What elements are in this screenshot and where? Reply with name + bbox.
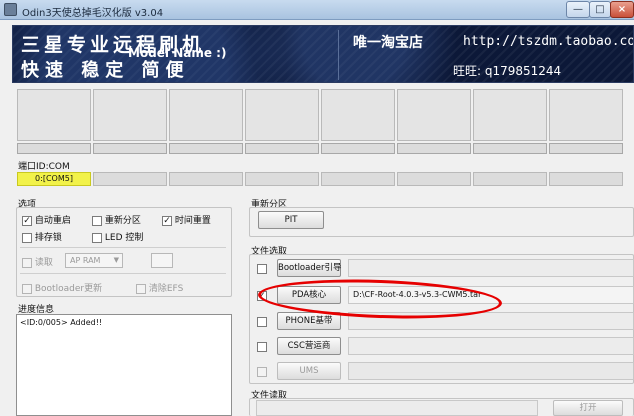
banner-model-name: Model Name :) xyxy=(128,46,227,60)
slot-progress-bar xyxy=(245,143,319,154)
file-checkbox[interactable] xyxy=(257,342,267,352)
banner-divider xyxy=(338,30,339,80)
log-line: <ID:0/005> Added!! xyxy=(20,318,103,327)
checkbox[interactable]: ✓ xyxy=(22,215,32,226)
device-slot xyxy=(397,89,471,141)
banner-shop: 唯一淘宝店 xyxy=(353,35,423,51)
option-clear-efs[interactable]: 清除EFS xyxy=(136,281,183,294)
maximize-button[interactable]: □ xyxy=(589,1,611,18)
option-repartition[interactable]: 重新分区 xyxy=(92,213,141,226)
slot-progress-bar xyxy=(473,143,547,154)
slot-progress-bar xyxy=(17,143,91,154)
com-port-slot xyxy=(321,172,395,186)
slot-progress-bar xyxy=(93,143,167,154)
log-textarea[interactable]: <ID:0/005> Added!! xyxy=(16,314,232,416)
chevron-down-icon: ▼ xyxy=(113,256,119,264)
bootloader-path[interactable] xyxy=(348,259,634,277)
device-slot xyxy=(93,89,167,141)
read-size-box[interactable] xyxy=(151,253,173,268)
com-port-slot xyxy=(397,172,471,186)
device-slot xyxy=(17,89,91,141)
pit-button[interactable]: PIT xyxy=(258,211,324,229)
csc-path[interactable] xyxy=(348,337,634,355)
divider xyxy=(20,247,226,248)
bootloader-button[interactable]: Bootloader引导 xyxy=(277,259,341,277)
banner-wangwang: 旺旺: q179851244 xyxy=(453,64,562,78)
banner-url: http://tszdm.taobao.com xyxy=(463,34,634,49)
promo-banner: 三星专业远程刷机 快速 稳定 简便 Model Name :) 唯一淘宝店 ht… xyxy=(12,25,634,83)
option-lock[interactable]: 排存锁 xyxy=(22,230,62,243)
file-checkbox[interactable] xyxy=(257,264,267,274)
com-port-slot xyxy=(93,172,167,186)
port-label: 端口ID:COM xyxy=(18,162,70,172)
device-slot xyxy=(473,89,547,141)
com-port-slot: 0:[COM5] xyxy=(17,172,91,186)
option-bootloader-update[interactable]: Bootloader更新 xyxy=(22,281,102,294)
option-led-control[interactable]: LED 控制 xyxy=(92,230,143,243)
device-slot xyxy=(549,89,623,141)
com-port-slot xyxy=(245,172,319,186)
com-port-slot xyxy=(169,172,243,186)
com-port-slot xyxy=(549,172,623,186)
checkbox[interactable]: ✓ xyxy=(162,215,172,226)
close-button[interactable]: × xyxy=(610,1,634,18)
device-slot xyxy=(169,89,243,141)
checkbox[interactable] xyxy=(22,232,32,243)
window-title: Odin3天使总掉毛汉化版 v3.04 xyxy=(22,8,164,19)
checkbox[interactable] xyxy=(92,232,102,243)
option-read[interactable]: 读取 xyxy=(22,255,53,268)
checkbox[interactable] xyxy=(136,283,146,294)
checkbox[interactable] xyxy=(22,283,32,294)
ums-path[interactable] xyxy=(348,362,634,380)
minimize-button[interactable]: — xyxy=(566,1,590,18)
divider xyxy=(20,273,226,274)
open-button[interactable]: 打开 xyxy=(553,400,623,416)
slot-progress-bar xyxy=(549,143,623,154)
slot-progress-bar xyxy=(321,143,395,154)
csc-button[interactable]: CSC营运商 xyxy=(277,337,341,355)
app-icon xyxy=(4,3,17,16)
slot-progress-bar xyxy=(397,143,471,154)
device-slot xyxy=(245,89,319,141)
slot-progress-bar xyxy=(169,143,243,154)
option-auto-reboot[interactable]: ✓ 自动重启 xyxy=(22,213,71,226)
dump-path[interactable] xyxy=(256,400,538,416)
option-reset-time[interactable]: ✓ 时间重置 xyxy=(162,213,211,226)
file-checkbox[interactable] xyxy=(257,317,267,327)
com-port-slot xyxy=(473,172,547,186)
file-checkbox[interactable] xyxy=(257,367,267,377)
checkbox[interactable] xyxy=(92,215,102,226)
ums-button[interactable]: UMS xyxy=(277,362,341,380)
device-slot xyxy=(321,89,395,141)
checkbox[interactable] xyxy=(22,257,32,268)
ap-ram-select[interactable]: AP RAM ▼ xyxy=(65,253,123,268)
